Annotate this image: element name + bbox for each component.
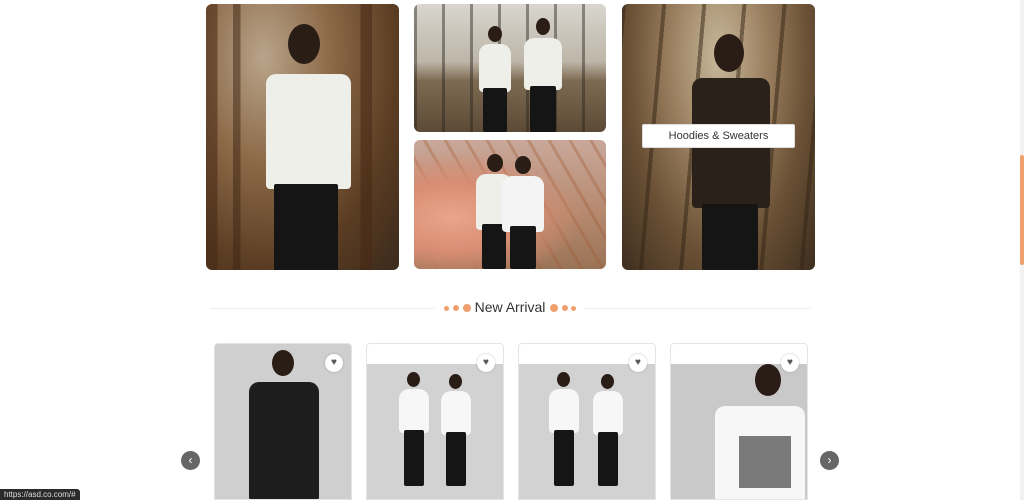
carousel-next-button[interactable]: › (820, 451, 839, 470)
model-figure (266, 24, 351, 270)
accent-dot (562, 305, 568, 311)
model-figure (549, 372, 579, 490)
accent-dot (550, 304, 558, 312)
product-card[interactable]: ♥ (670, 343, 808, 500)
new-arrival-heading: New Arrival (210, 296, 810, 320)
model-figure (524, 18, 566, 132)
heart-icon[interactable]: ♥ (325, 354, 343, 372)
model-figure (593, 374, 623, 490)
section-title: New Arrival (474, 299, 546, 315)
heart-icon[interactable]: ♥ (629, 354, 647, 372)
heart-icon[interactable]: ♥ (781, 354, 799, 372)
product-card[interactable]: ♥ (518, 343, 656, 500)
model-figure (399, 372, 429, 490)
scrollbar-thumb[interactable] (1020, 155, 1024, 265)
carousel-prev-button[interactable]: ‹ (181, 451, 200, 470)
category-label-hoodies-sweaters[interactable]: Hoodies & Sweaters (642, 124, 795, 148)
product-card[interactable]: ♥ (214, 343, 352, 500)
product-card[interactable]: ♥ (366, 343, 504, 500)
link-status-bar: https://asd.co.com/# (0, 489, 80, 500)
model-figure (715, 364, 805, 499)
product-image[interactable] (671, 364, 807, 499)
divider-right (585, 308, 810, 309)
heart-icon[interactable]: ♥ (477, 354, 495, 372)
model-figure (502, 156, 548, 269)
gallery-photo-industrial-hall[interactable] (414, 4, 606, 132)
model-figure (441, 374, 471, 490)
product-image[interactable] (367, 364, 503, 499)
accent-dot (571, 306, 576, 311)
model-figure (249, 350, 319, 499)
gallery-photo-orange-smoke[interactable] (414, 140, 606, 269)
gallery-photo-rusted-structure[interactable] (206, 4, 399, 270)
model-figure (692, 34, 772, 270)
product-image[interactable] (519, 364, 655, 499)
model-figure (479, 26, 515, 132)
